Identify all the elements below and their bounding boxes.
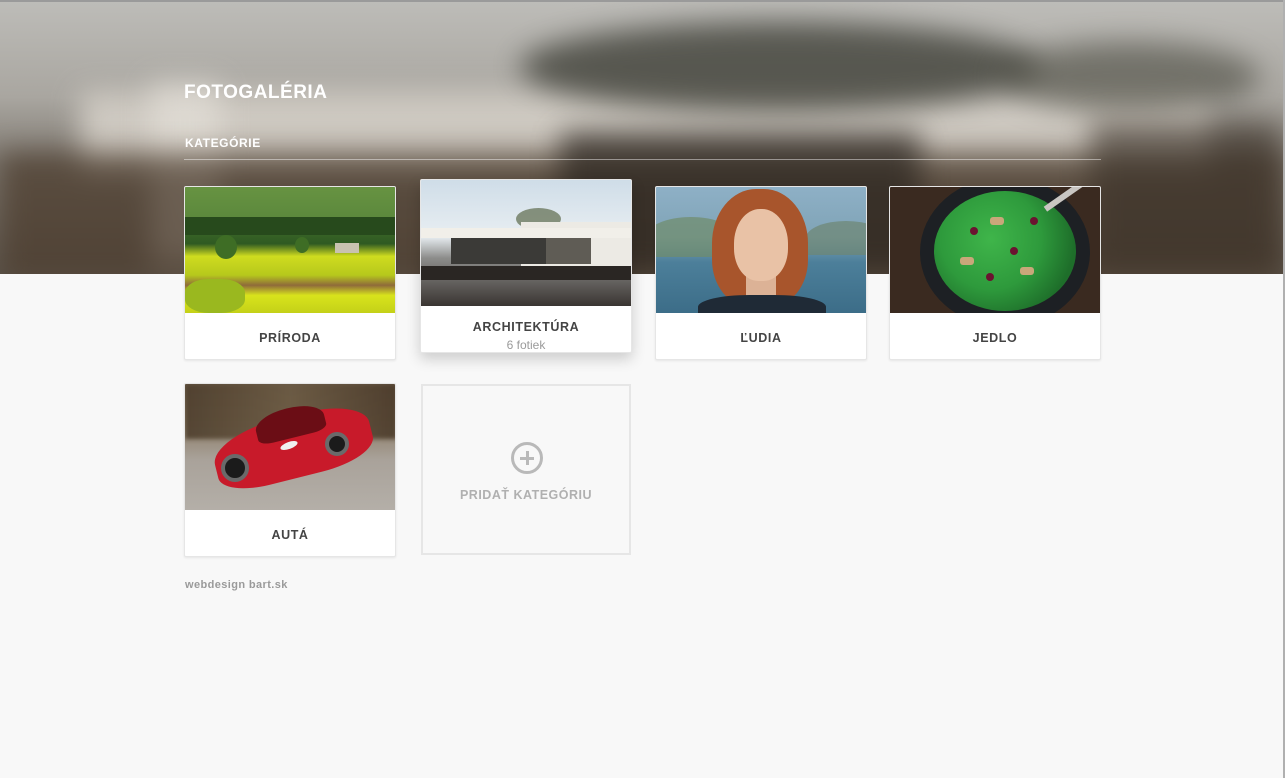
category-label: ARCHITEKTÚRA (472, 320, 580, 334)
category-image-architektura (421, 180, 631, 306)
plus-circle-icon (511, 442, 543, 474)
category-label: ĽUDIA (740, 331, 782, 345)
category-image-auta (185, 384, 395, 510)
window-top-border (0, 0, 1285, 2)
category-card-ludia[interactable]: ĽUDIA (655, 186, 867, 360)
category-card-priroda[interactable]: PRÍRODA (184, 186, 396, 360)
category-label: PRÍRODA (259, 331, 321, 345)
page-title: FOTOGALÉRIA (184, 82, 328, 103)
category-photo-count: 6 fotiek (506, 338, 546, 352)
category-image-priroda (185, 187, 395, 313)
category-image-jedlo (890, 187, 1100, 313)
add-category-label: PRIDAŤ KATEGÓRIU (459, 488, 593, 502)
category-label: AUTÁ (271, 528, 309, 542)
section-divider (184, 159, 1101, 160)
category-card-architektura[interactable]: ARCHITEKTÚRA 6 fotiek (420, 179, 632, 353)
category-card-auta[interactable]: AUTÁ (184, 383, 396, 557)
category-card-jedlo[interactable]: JEDLO (889, 186, 1101, 360)
footer-credit[interactable]: webdesign bart.sk (185, 579, 288, 591)
add-category-button[interactable]: PRIDAŤ KATEGÓRIU (421, 384, 631, 555)
category-label: JEDLO (972, 331, 1018, 345)
category-image-ludia (656, 187, 866, 313)
section-title-categories: KATEGÓRIE (185, 136, 261, 150)
